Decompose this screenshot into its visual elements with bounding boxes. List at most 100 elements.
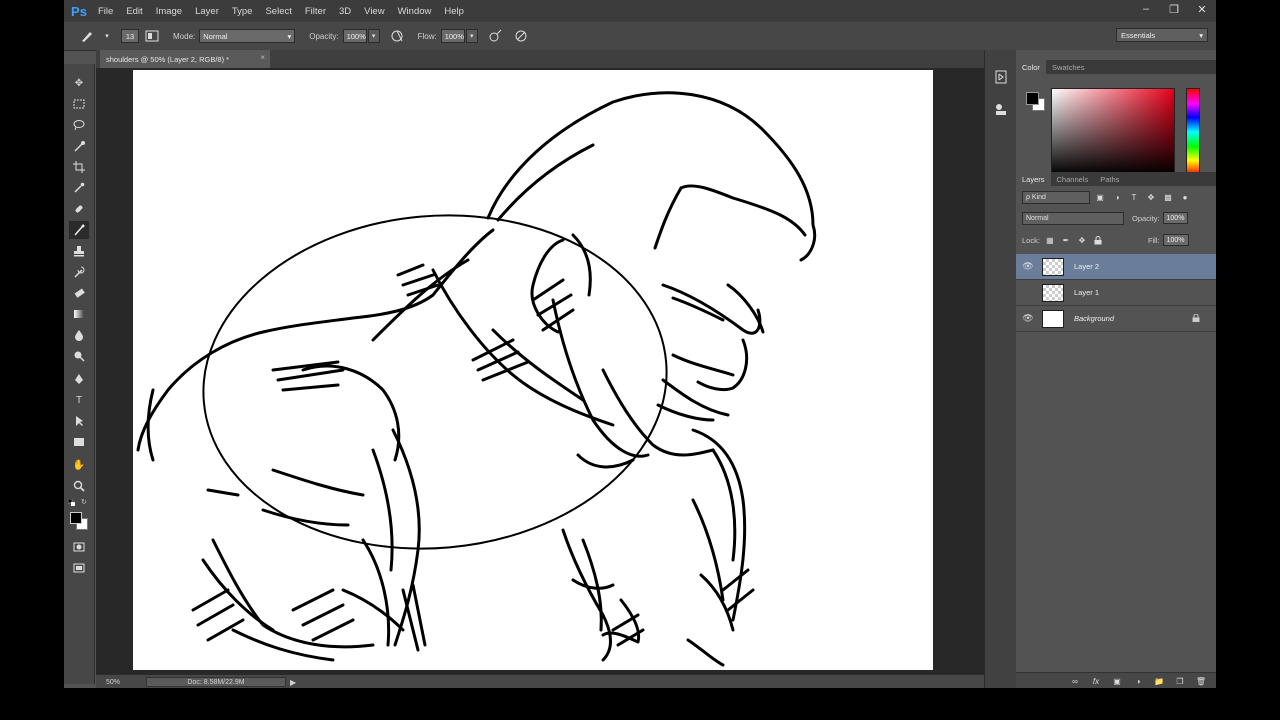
link-layers-icon[interactable]: ∞ [1069, 675, 1081, 687]
history-brush-tool-icon[interactable] [69, 263, 89, 281]
quick-selection-tool-icon[interactable] [69, 137, 89, 155]
default-colors-icon[interactable] [67, 498, 76, 507]
move-tool-icon[interactable]: ✥ [69, 74, 89, 92]
blend-mode-select[interactable]: Normal [1022, 211, 1124, 225]
pressure-opacity-icon[interactable] [388, 27, 406, 45]
menu-file[interactable]: File [98, 6, 113, 17]
foreground-color-chip[interactable] [1026, 92, 1039, 105]
new-layer-icon[interactable]: ❐ [1174, 675, 1186, 687]
layers-panel-footer: ∞ fx ▣ ◑ 📁 ❐ 🗑 [1016, 672, 1216, 688]
flow-dropdown[interactable]: ▾ [465, 29, 478, 43]
menu-type[interactable]: Type [232, 6, 253, 17]
layer-row[interactable]: 👁 Background [1016, 306, 1216, 332]
menu-3d[interactable]: 3D [339, 6, 351, 17]
pixel-filter-icon[interactable]: ▣ [1093, 190, 1107, 204]
zoom-level[interactable]: 50% [96, 679, 142, 686]
lock-transparent-icon[interactable]: ▦ [1044, 234, 1056, 246]
menu-image[interactable]: Image [156, 6, 182, 17]
menu-select[interactable]: Select [265, 6, 291, 17]
zoom-tool-icon[interactable] [69, 477, 89, 495]
pressure-size-icon[interactable] [512, 27, 530, 45]
hand-tool-icon[interactable]: ✋ [69, 456, 89, 474]
restore-icon[interactable]: ❐ [1160, 0, 1188, 18]
eye-icon[interactable]: 👁 [1020, 261, 1036, 272]
close-icon[interactable]: ✕ [1188, 0, 1216, 18]
adjustment-layer-icon[interactable]: ◑ [1132, 675, 1144, 687]
new-group-icon[interactable]: 📁 [1153, 675, 1165, 687]
lock-position-icon[interactable]: ✥ [1076, 234, 1088, 246]
menu-help[interactable]: Help [444, 6, 464, 17]
minimize-icon[interactable]: – [1132, 0, 1160, 18]
menu-layer[interactable]: Layer [195, 6, 219, 17]
mode-select[interactable]: Normal ▾ [199, 29, 296, 43]
quick-mask-icon[interactable] [69, 538, 89, 556]
layer-thumbnail [1042, 257, 1064, 276]
menu-view[interactable]: View [364, 6, 384, 17]
rectangle-tool-icon[interactable] [69, 433, 89, 451]
tab-channels[interactable]: Channels [1051, 172, 1095, 186]
fill-input[interactable]: 100% [1162, 234, 1189, 246]
opacity-dropdown[interactable]: ▾ [367, 29, 380, 43]
marquee-tool-icon[interactable] [69, 95, 89, 113]
swap-colors-icon[interactable]: ↻ [81, 498, 89, 506]
hue-slider[interactable] [1186, 88, 1200, 176]
layer-row[interactable]: 👁 Layer 1 [1016, 280, 1216, 306]
document-tab[interactable]: shoulders @ 50% (Layer 2, RGB/8) * × [100, 50, 270, 68]
history-panel-icon[interactable] [992, 68, 1010, 86]
smart-object-filter-icon[interactable]: ▩ [1161, 190, 1175, 204]
clone-stamp-tool-icon[interactable] [69, 242, 89, 260]
canvas-area[interactable] [96, 68, 984, 674]
tab-paths[interactable]: Paths [1094, 172, 1125, 186]
status-menu-arrow-icon[interactable]: ▶ [290, 678, 296, 687]
close-tab-icon[interactable]: × [260, 53, 265, 62]
tab-color[interactable]: Color [1016, 60, 1046, 74]
visibility-off-box[interactable]: 👁 [1020, 287, 1036, 298]
workspace-switcher[interactable]: Essentials ▾ [1116, 28, 1208, 42]
tab-layers[interactable]: Layers [1016, 172, 1051, 186]
lasso-tool-icon[interactable] [69, 116, 89, 134]
flow-input[interactable]: 100% [440, 29, 465, 43]
opacity-input[interactable]: 100% [342, 29, 367, 43]
lock-label: Lock: [1022, 235, 1040, 245]
dodge-tool-icon[interactable] [69, 347, 89, 365]
screen-mode-icon[interactable] [69, 559, 89, 577]
brush-size-picker[interactable]: 13 [121, 29, 139, 43]
trash-icon[interactable]: 🗑 [1195, 675, 1207, 687]
shape-filter-icon[interactable]: ✥ [1144, 190, 1158, 204]
properties-panel-icon[interactable] [992, 100, 1010, 118]
gradient-tool-icon[interactable] [69, 305, 89, 323]
layer-row[interactable]: 👁 Layer 2 [1016, 254, 1216, 280]
chevron-down-icon: ▾ [287, 31, 292, 41]
path-selection-tool-icon[interactable] [69, 412, 89, 430]
tab-swatches[interactable]: Swatches [1046, 60, 1091, 74]
filter-toggle-icon[interactable]: ● [1178, 190, 1192, 204]
tool-preset-picker[interactable] [78, 27, 96, 45]
layer-opacity-input[interactable]: 100% [1162, 212, 1189, 224]
blur-tool-icon[interactable] [69, 326, 89, 344]
layer-filter-bar: ρ Kind ▣ ◑ T ✥ ▩ ● [1016, 188, 1216, 206]
type-filter-icon[interactable]: T [1127, 190, 1141, 204]
menu-window[interactable]: Window [398, 6, 432, 17]
lock-all-icon[interactable] [1092, 234, 1104, 246]
document-canvas[interactable] [133, 70, 933, 670]
airbrush-icon[interactable] [486, 27, 504, 45]
menu-edit[interactable]: Edit [126, 6, 142, 17]
pen-tool-icon[interactable] [69, 370, 89, 388]
lock-image-icon[interactable]: ✒ [1060, 234, 1072, 246]
layer-style-icon[interactable]: fx [1090, 675, 1102, 687]
brush-panel-toggle-icon[interactable] [143, 27, 161, 45]
eyedropper-tool-icon[interactable] [69, 179, 89, 197]
menu-filter[interactable]: Filter [305, 6, 326, 17]
kind-filter-select[interactable]: ρ Kind [1022, 190, 1090, 204]
adjustment-filter-icon[interactable]: ◑ [1110, 190, 1124, 204]
type-tool-icon[interactable]: T [69, 391, 89, 409]
eye-icon[interactable]: 👁 [1020, 313, 1036, 324]
chevron-down-icon[interactable]: ▾ [101, 29, 113, 43]
crop-tool-icon[interactable] [69, 158, 89, 176]
add-mask-icon[interactable]: ▣ [1111, 675, 1123, 687]
brush-tool-icon[interactable] [69, 221, 89, 239]
eraser-tool-icon[interactable] [69, 284, 89, 302]
healing-brush-tool-icon[interactable] [69, 200, 89, 218]
foreground-color-swatch[interactable] [70, 512, 82, 524]
color-field[interactable] [1051, 88, 1175, 176]
